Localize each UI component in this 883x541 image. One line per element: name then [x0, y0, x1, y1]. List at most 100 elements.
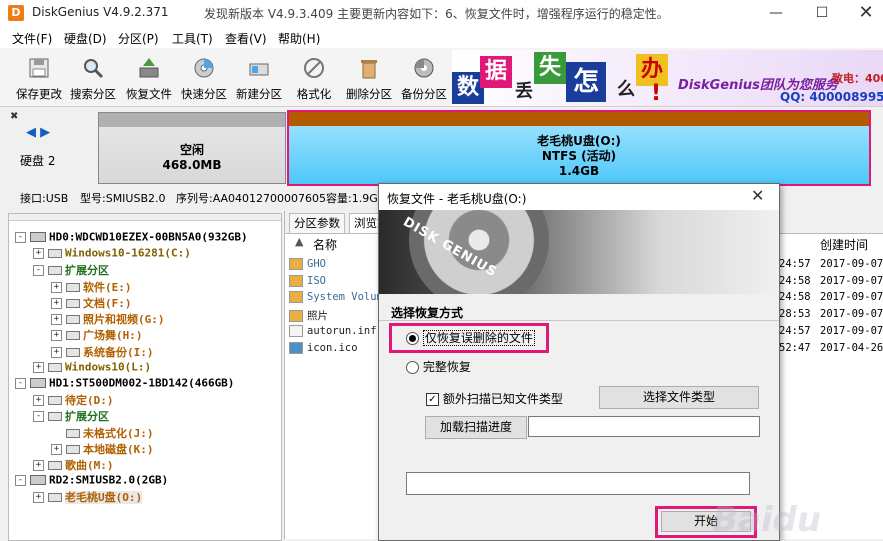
tree-node[interactable]: + Windows10(L:): [33, 360, 151, 374]
tree-node[interactable]: - HD1:ST500DM002-1BD142(466GB): [15, 376, 234, 390]
expand-icon[interactable]: +: [51, 313, 62, 325]
hard-disk-icon: [30, 378, 46, 388]
quick-partition-label: 快速分区: [181, 87, 227, 101]
file-row[interactable]: autorun.inf: [289, 325, 377, 337]
extra-scan-checkbox[interactable]: ✓ 额外扫描已知文件类型: [426, 390, 563, 407]
radio-unselected-icon[interactable]: [406, 361, 419, 374]
tab-partition-params[interactable]: 分区参数: [289, 213, 345, 233]
menu-view[interactable]: 查看(V): [225, 30, 267, 47]
panel-close-icon[interactable]: ✖: [10, 111, 18, 122]
maximize-button[interactable]: ☐: [799, 0, 845, 26]
scan-progress-path-input[interactable]: [528, 416, 760, 437]
partition-icon: [48, 362, 62, 372]
collapse-icon[interactable]: -: [33, 264, 44, 276]
quick-partition-button[interactable]: 快速分区: [177, 52, 231, 104]
capacity-info: 容量:1.9G: [326, 192, 378, 205]
title-bar: D DiskGenius V4.9.2.371 发现新版本 V4.9.3.409…: [0, 0, 883, 26]
tree-node[interactable]: + 待定(D:): [33, 392, 114, 408]
file-row[interactable]: 照片: [289, 308, 328, 323]
diskgenius-app-icon: D: [8, 5, 24, 21]
file-row[interactable]: System Volum: [289, 291, 383, 303]
select-file-types-button[interactable]: 选择文件类型: [599, 386, 759, 409]
menu-help[interactable]: 帮助(H): [278, 30, 320, 47]
expand-icon[interactable]: +: [51, 443, 62, 455]
save-changes-button[interactable]: 保存更改: [12, 52, 66, 104]
expand-icon[interactable]: +: [51, 346, 62, 358]
collapse-icon[interactable]: -: [15, 377, 26, 389]
tree-node[interactable]: + 歌曲(M:): [33, 457, 114, 473]
tree-node[interactable]: + Windows10-16281(C:): [33, 246, 191, 260]
name-column-header[interactable]: 名称: [313, 236, 337, 253]
partition-icon: [48, 395, 62, 405]
delete-partition-label: 删除分区: [346, 87, 392, 101]
radio-selected-icon[interactable]: [406, 332, 419, 345]
expand-icon[interactable]: +: [33, 247, 44, 259]
tree-node-label: 歌曲(M:): [65, 459, 114, 472]
disk-nav-arrows[interactable]: ◀ ▶: [26, 125, 50, 140]
tree-node[interactable]: 未格式化(J:): [51, 425, 154, 441]
created-column-header[interactable]: 创建时间: [820, 236, 868, 253]
tree-node-label: 文档(F:): [83, 297, 132, 310]
collapse-icon[interactable]: -: [15, 474, 26, 486]
folder-icon: [289, 291, 303, 303]
tree-node-label: 老毛桃U盘(O:): [65, 491, 143, 504]
tree-node[interactable]: + 文档(F:): [51, 295, 132, 311]
tree-node[interactable]: - HD0:WDCWD10EZEX-00BN5A0(932GB): [15, 230, 248, 244]
tree-node[interactable]: - 扩展分区: [33, 262, 109, 278]
tree-node[interactable]: - RD2:SMIUSB2.0(2GB): [15, 473, 168, 487]
load-scan-progress-button[interactable]: 加载扫描进度: [425, 416, 527, 439]
tree-node[interactable]: + 本地磁盘(K:): [51, 441, 154, 457]
expand-icon[interactable]: +: [33, 459, 44, 471]
prev-disk-icon[interactable]: ◀: [26, 125, 36, 140]
tree-node[interactable]: + 照片和视频(G:): [51, 311, 165, 327]
minimize-button[interactable]: —: [753, 0, 799, 26]
expand-icon[interactable]: +: [51, 297, 62, 309]
partition-block[interactable]: 老毛桃U盘(O:) NTFS (活动) 1.4GB: [287, 110, 871, 186]
format-button[interactable]: 格式化: [287, 52, 341, 104]
partition-icon: [48, 492, 62, 502]
recover-files-button[interactable]: 恢复文件: [122, 52, 176, 104]
backup-partition-button[interactable]: 备份分区: [397, 52, 451, 104]
progress-bar: [406, 472, 750, 495]
folder-icon: [289, 258, 303, 270]
tree-node[interactable]: + 软件(E:): [51, 279, 132, 295]
file-row[interactable]: GHO: [289, 258, 326, 270]
menu-tools[interactable]: 工具(T): [172, 30, 213, 47]
update-notice[interactable]: 发现新版本 V4.9.3.409 主要更新内容如下：6、恢复文件时，增强程序运行…: [204, 5, 669, 22]
free-space-block[interactable]: 空闲 468.0MB: [98, 112, 286, 184]
menu-disk[interactable]: 硬盘(D): [64, 30, 107, 47]
new-partition-button[interactable]: 新建分区: [232, 52, 286, 104]
menu-file[interactable]: 文件(F): [12, 30, 52, 47]
banner-char-4: 失: [534, 52, 566, 84]
recover-icon: [135, 54, 163, 82]
delete-partition-button[interactable]: 删除分区: [342, 52, 396, 104]
expand-icon[interactable]: +: [51, 281, 62, 293]
file-row[interactable]: icon.ico: [289, 342, 358, 354]
divider: [379, 320, 779, 321]
tree-node-label: 未格式化(J:): [83, 427, 154, 440]
next-disk-icon[interactable]: ▶: [40, 125, 50, 140]
expand-icon[interactable]: +: [33, 491, 44, 503]
promo-banner[interactable]: 数 据 丢 失 怎 么 办 ! DiskGenius团队为您服务 致电：400-…: [452, 50, 883, 106]
collapse-icon[interactable]: -: [33, 410, 44, 422]
disk-tree-pane[interactable]: - HD0:WDCWD10EZEX-00BN5A0(932GB) + Windows1…: [8, 213, 282, 541]
close-button[interactable]: ✕: [843, 0, 883, 26]
checkbox-checked-icon[interactable]: ✓: [426, 393, 439, 406]
expand-icon[interactable]: +: [33, 361, 44, 373]
tree-node[interactable]: + 老毛桃U盘(O:): [33, 489, 143, 505]
option-full-recovery[interactable]: 完整恢复: [406, 358, 471, 375]
expand-icon[interactable]: +: [51, 329, 62, 341]
banner-char-8: !: [650, 81, 662, 106]
option-deleted-files[interactable]: 仅恢复误删除的文件: [406, 329, 535, 346]
collapse-icon[interactable]: -: [15, 231, 26, 243]
expand-icon[interactable]: +: [33, 394, 44, 406]
tree-node[interactable]: + 广场舞(H:): [51, 327, 143, 343]
dialog-close-icon[interactable]: ✕: [751, 186, 764, 205]
tree-node[interactable]: - 扩展分区: [33, 408, 109, 424]
tree-splitter[interactable]: [9, 214, 281, 221]
search-partition-button[interactable]: 搜索分区: [66, 52, 120, 104]
tree-node-label: Windows10(L:): [65, 360, 152, 374]
menu-partition[interactable]: 分区(P): [118, 30, 159, 47]
file-row[interactable]: ISO: [289, 275, 326, 287]
tree-node[interactable]: + 系统备份(I:): [51, 344, 154, 360]
